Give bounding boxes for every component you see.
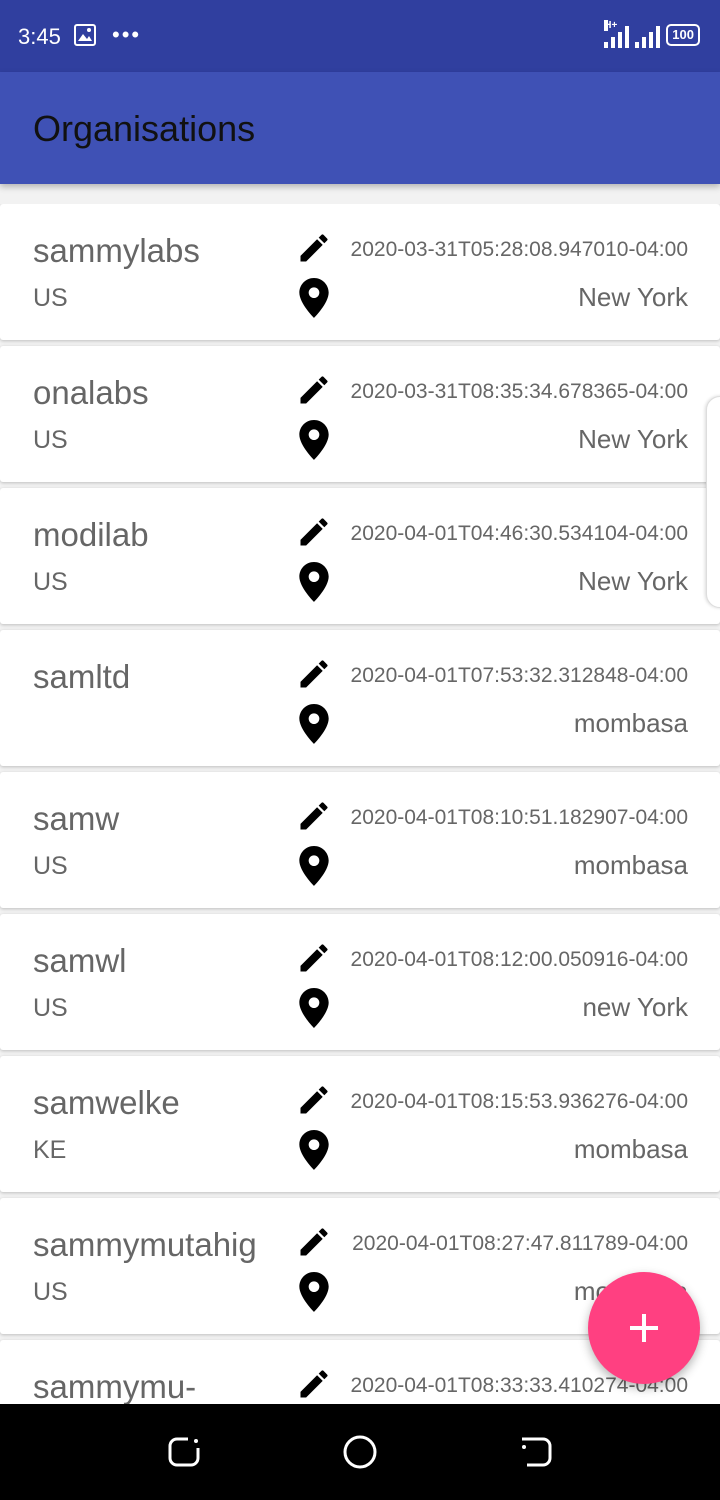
- pencil-icon: [300, 802, 328, 830]
- map-pin-icon: [299, 278, 329, 318]
- map-pin-icon: [299, 988, 329, 1028]
- organisation-location: mombasa: [573, 850, 688, 880]
- add-organisation-button[interactable]: [588, 1272, 700, 1384]
- pencil-icon: [300, 944, 328, 972]
- created-timestamp: 2020-04-01T08:15:53.936276-04:00: [350, 1090, 688, 1113]
- status-indicators: H+ 100: [604, 20, 700, 48]
- organisation-location: New York: [578, 282, 688, 312]
- home-icon[interactable]: [342, 1434, 378, 1470]
- status-time: 3:45: [18, 24, 61, 49]
- navigation-bar: [0, 1404, 720, 1500]
- organisation-location: mombasa: [573, 708, 688, 738]
- network-type-label: H+: [604, 20, 618, 31]
- pencil-icon: [300, 1086, 328, 1114]
- more-notifications-icon: •••: [112, 22, 142, 47]
- organisation-card[interactable]: samw US 2020-04-01T08:10:51.182907-04:00…: [0, 772, 720, 908]
- organisation-location: New York: [578, 424, 688, 454]
- organisation-name: samwl: [33, 942, 127, 979]
- organisation-country: US: [33, 568, 68, 596]
- organisation-card[interactable]: samwelke KE 2020-04-01T08:15:53.936276-0…: [0, 1056, 720, 1192]
- organisation-country: US: [33, 852, 68, 880]
- created-timestamp: 2020-03-31T08:35:34.678365-04:00: [350, 380, 688, 403]
- map-pin-icon: [299, 1130, 329, 1170]
- recents-icon[interactable]: [518, 1434, 554, 1470]
- back-icon[interactable]: [166, 1434, 202, 1470]
- organisation-name: sammymutahig: [33, 1226, 257, 1263]
- organisation-card[interactable]: sammylabs US 2020-03-31T05:28:08.947010-…: [0, 204, 720, 340]
- created-timestamp: 2020-04-01T07:53:32.312848-04:00: [350, 664, 688, 687]
- page-title: Organisations: [33, 108, 256, 149]
- map-pin-icon: [299, 1272, 329, 1312]
- organisation-name: sammylabs: [33, 232, 200, 269]
- image-notification-icon: [74, 24, 96, 46]
- organisation-card[interactable]: samltd 2020-04-01T07:53:32.312848-04:00 …: [0, 630, 720, 766]
- organisation-location: New York: [578, 566, 688, 596]
- organisation-country: KE: [33, 1136, 67, 1164]
- organisation-location: new York: [582, 992, 688, 1022]
- organisation-country: US: [33, 426, 68, 454]
- created-timestamp: 2020-03-31T05:28:08.947010-04:00: [350, 238, 688, 261]
- organisation-country: US: [33, 994, 68, 1022]
- edge-panel-handle[interactable]: [706, 396, 720, 608]
- created-timestamp: 2020-04-01T08:27:47.811789-04:00: [352, 1232, 688, 1255]
- organisation-card[interactable]: onalabs US 2020-03-31T08:35:34.678365-04…: [0, 346, 720, 482]
- created-timestamp: 2020-04-01T08:12:00.050916-04:00: [350, 948, 688, 971]
- pencil-icon: [300, 660, 328, 688]
- organisations-list[interactable]: sammylabs US 2020-03-31T05:28:08.947010-…: [0, 204, 720, 1404]
- created-timestamp: 2020-04-01T04:46:30.534104-04:00: [350, 522, 688, 545]
- organisation-name: samw: [33, 800, 120, 837]
- created-timestamp: 2020-04-01T08:10:51.182907-04:00: [350, 806, 688, 829]
- organisation-card[interactable]: modilab US 2020-04-01T04:46:30.534104-04…: [0, 488, 720, 624]
- battery-icon: 100: [666, 24, 700, 46]
- pencil-icon: [300, 1370, 328, 1398]
- organisation-name: modilab: [33, 516, 149, 553]
- map-pin-icon: [299, 704, 329, 744]
- organisation-name: samltd: [33, 658, 131, 695]
- organisation-name: samwelke: [33, 1084, 180, 1121]
- map-pin-icon: [299, 846, 329, 886]
- signal-strength-icon: H+: [604, 20, 630, 48]
- map-pin-icon: [299, 420, 329, 460]
- pencil-icon: [300, 376, 328, 404]
- plus-icon: [630, 1314, 658, 1342]
- status-bar: 3:45 ••• H+ 100: [0, 0, 720, 72]
- organisation-name: onalabs: [33, 374, 149, 411]
- pencil-icon: [300, 234, 328, 262]
- organisation-card[interactable]: samwl US 2020-04-01T08:12:00.050916-04:0…: [0, 914, 720, 1050]
- pencil-icon: [300, 518, 328, 546]
- organisation-location: mombasa: [573, 1134, 688, 1164]
- organisation-country: US: [33, 284, 68, 312]
- pencil-icon: [300, 1228, 328, 1256]
- signal-strength-icon-2: [635, 24, 661, 48]
- map-pin-icon: [299, 562, 329, 602]
- app-bar: Organisations: [0, 72, 720, 184]
- organisation-country: US: [33, 1278, 68, 1306]
- organisation-name: sammymu-: [33, 1368, 197, 1404]
